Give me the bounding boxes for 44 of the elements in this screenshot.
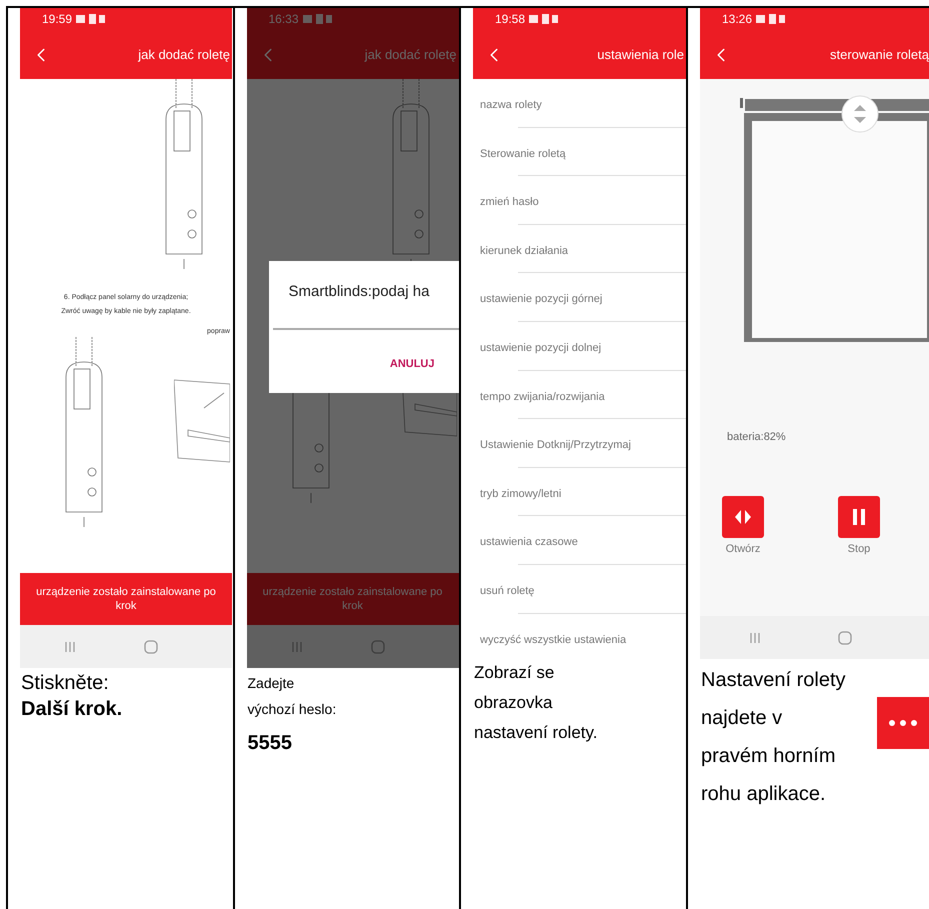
settings-item[interactable]: ustawienie pozycji górnej [473,273,686,322]
caption-text: Stiskněte: [21,671,109,696]
settings-item[interactable]: Sterowanie roletą [473,128,686,176]
home-icon[interactable] [144,640,158,654]
dialog-title: Smartblinds:podaj ha [288,282,430,302]
settings-item[interactable]: wyczyść wszystkie ustawienia [473,614,686,662]
home-icon[interactable] [838,630,852,644]
up-down-handle-icon[interactable] [841,95,879,133]
status-icons [302,14,333,24]
settings-item[interactable]: Ustawienie Dotknij/Przytrzymaj [473,419,686,468]
recent-apps-icon[interactable] [290,640,302,652]
caption-text: Zadejte výchozí heslo: [248,674,336,719]
settings-item[interactable]: kierunek działania [473,224,686,274]
settings-item[interactable]: ustawienia czasowe [473,516,686,565]
settings-item[interactable]: usuń roletę [473,564,686,614]
status-time: 19:59 [42,11,72,28]
caption-text: Nastavení rolety najdete v pravém horním rohu aplikace. [701,668,846,807]
next-step-button[interactable]: urządzenie zostało zainstalowane po krok [20,573,232,625]
cancel-button[interactable]: ANULUJ [390,356,434,372]
caption-text: Další krok. [21,697,122,722]
next-step-button[interactable]: urządzenie zostało zainstalowane po krok [246,573,458,625]
settings-item[interactable]: tempo zwijania/rozwijania [473,370,686,420]
recent-apps-icon[interactable] [748,632,761,644]
battery-text: bateria:82% [727,430,787,445]
home-icon[interactable] [370,640,384,654]
status-icons [529,14,560,24]
settings-item[interactable]: ustawienie pozycji dolnej [473,322,686,371]
settings-item[interactable]: nazwa rolety [473,79,686,128]
status-time: 13:26 [722,11,752,28]
status-icons [756,14,786,24]
screen-title: jak dodać roletę [364,46,456,64]
caption-text: 5555 [248,731,292,756]
screen-title: ustawienia role [597,46,684,64]
pause-icon [851,506,867,526]
status-time: 19:58 [495,11,526,28]
settings-item[interactable]: tryb zimowy/letni [473,468,686,516]
screen-title: jak dodać roletę [138,46,230,64]
status-icons [76,14,106,24]
recent-apps-icon[interactable] [64,640,76,652]
settings-item[interactable]: zmień hasło [473,176,686,225]
more-dots-icon [888,719,918,727]
screen-title: sterowanie roletą [830,46,929,64]
status-time: 16:33 [268,11,299,28]
caption-text: Zobrazí se obrazovka nastavení rolety. [474,662,598,744]
